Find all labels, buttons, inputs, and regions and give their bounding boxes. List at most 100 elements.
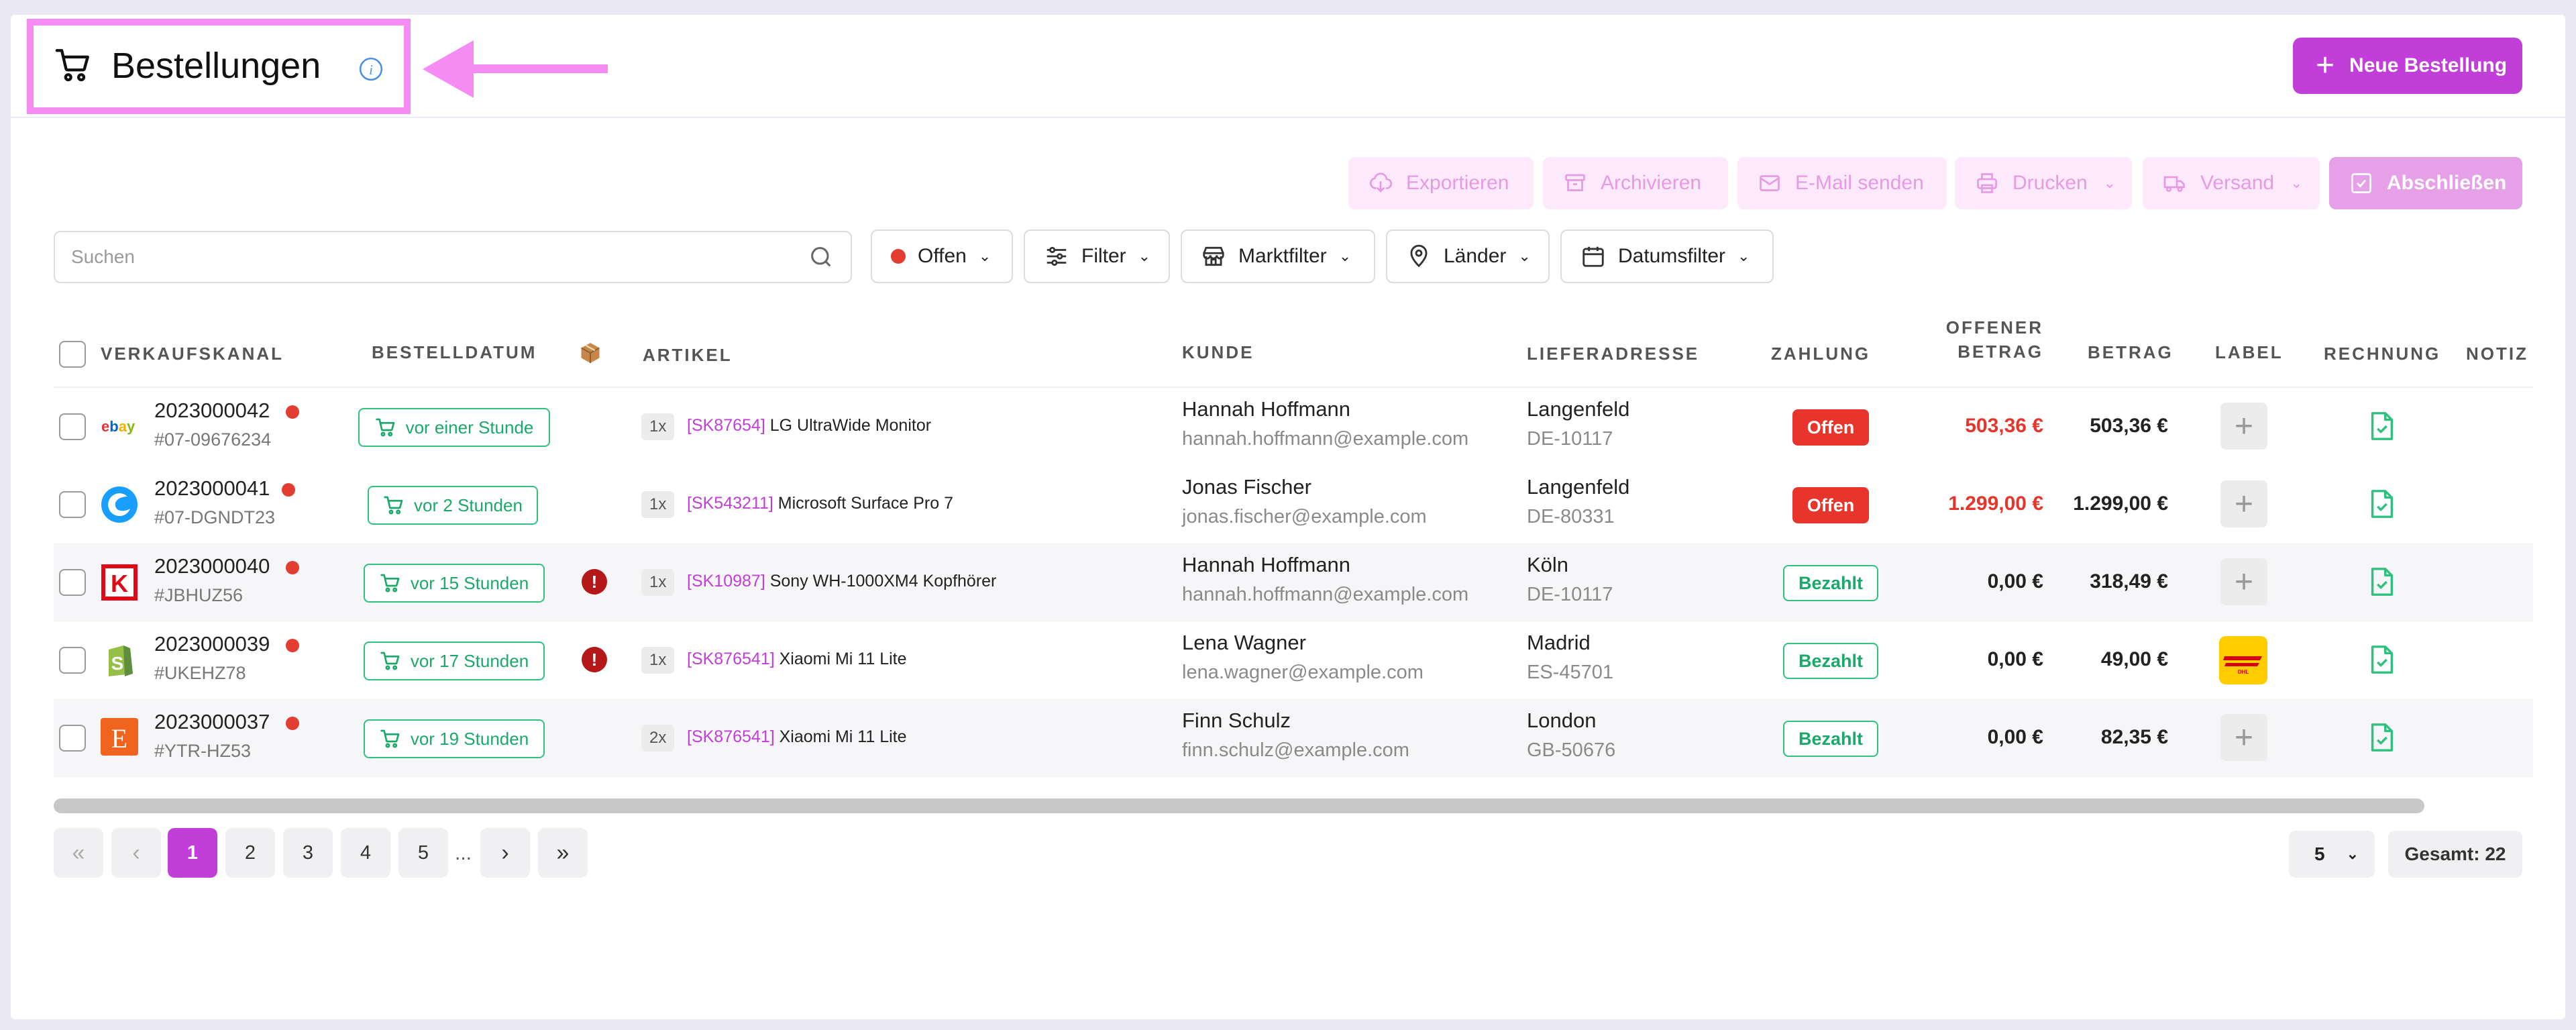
table-row[interactable]: E 2023000037 #YTR-HZ53 vor 19 Stunden 2x…	[54, 699, 2533, 777]
table-row[interactable]: K 2023000040 #JBHUZ56 vor 15 Stunden ! 1…	[54, 544, 2533, 621]
page-size-select[interactable]: 5 ⌄	[2289, 831, 2375, 878]
row-checkbox[interactable]	[59, 413, 86, 440]
countries-filter-button[interactable]: Länder ⌄	[1386, 229, 1550, 283]
add-label-button[interactable]: +	[2220, 558, 2267, 605]
article-line[interactable]: [SK543211] Microsoft Surface Pro 7	[687, 494, 953, 513]
shopify-logo: S	[109, 646, 133, 676]
quantity-badge: 1x	[641, 491, 675, 518]
order-number[interactable]: 2023000037	[154, 710, 270, 734]
column-header-label[interactable]: LABEL	[2215, 342, 2284, 363]
order-number[interactable]: 2023000039	[154, 632, 270, 656]
order-date-badge: vor 17 Stunden	[364, 641, 545, 680]
order-reference: #UKEHZ78	[154, 663, 246, 683]
export-button[interactable]: Exportieren	[1348, 157, 1534, 209]
prev-page-button[interactable]: ‹	[111, 828, 161, 878]
cart-icon	[380, 574, 400, 593]
chevron-down-icon: ⌄	[1737, 248, 1750, 264]
article-line[interactable]: [SK876541] Xiaomi Mi 11 Lite	[687, 650, 907, 669]
column-header-note[interactable]: NOTIZ	[2466, 344, 2533, 364]
cart-icon	[380, 652, 400, 670]
send-email-button[interactable]: E-Mail senden	[1737, 157, 1947, 209]
customer-name: Hannah Hoffmann	[1182, 397, 1351, 421]
row-checkbox[interactable]	[59, 647, 86, 674]
double-chevron-left-icon: «	[72, 839, 85, 866]
date-filter-button[interactable]: Datumsfilter ⌄	[1560, 229, 1774, 283]
page-button-5[interactable]: 5	[398, 828, 448, 878]
address-city: Madrid	[1527, 631, 1591, 654]
amount: 1.299,00 €	[2073, 493, 2168, 515]
first-page-button[interactable]: «	[54, 828, 103, 878]
customer-email: jonas.fischer@example.com	[1182, 506, 1427, 527]
order-reference: #JBHUZ56	[154, 585, 244, 605]
page-button-3[interactable]: 3	[283, 828, 333, 878]
invoice-check-icon[interactable]	[2368, 488, 2395, 519]
add-label-button[interactable]: +	[2220, 714, 2267, 761]
column-header-customer[interactable]: KUNDE	[1182, 342, 1254, 363]
archive-label: Archivieren	[1601, 172, 1702, 194]
column-header-article[interactable]: ARTIKEL	[643, 345, 733, 366]
archive-icon	[1565, 174, 1585, 191]
column-header-channel[interactable]: VERKAUFSKANAL	[101, 344, 284, 364]
table-row[interactable]: ebay 2023000042 #07-09676234 vor einer S…	[54, 388, 2533, 466]
quantity-badge: 2x	[641, 725, 675, 752]
page-button-2[interactable]: 2	[225, 828, 275, 878]
print-label: Drucken	[2012, 172, 2088, 194]
table-row[interactable]: 2023000041 #07-DGNDT23 vor 2 Stunden 1x …	[54, 466, 2533, 544]
invoice-check-icon[interactable]	[2368, 722, 2395, 753]
page-button-4[interactable]: 4	[341, 828, 390, 878]
add-label-button[interactable]: +	[2220, 403, 2267, 450]
ebay-logo: ebay	[101, 418, 136, 435]
truck-icon	[2163, 176, 2185, 193]
select-all-checkbox[interactable]	[59, 341, 86, 368]
info-icon[interactable]: i	[358, 56, 384, 82]
invoice-check-icon[interactable]	[2368, 566, 2395, 597]
status-filter[interactable]: Offen ⌄	[871, 229, 1013, 283]
search-input[interactable]: Suchen	[54, 231, 852, 283]
next-page-button[interactable]: ›	[480, 828, 530, 878]
filter-label: Filter	[1081, 245, 1126, 267]
new-order-button[interactable]: + Neue Bestellung	[2293, 38, 2522, 94]
invoice-check-icon[interactable]	[2368, 644, 2395, 675]
article-line[interactable]: [SK10987] Sony WH-1000XM4 Kopfhörer	[687, 572, 996, 591]
shipping-button[interactable]: Versand ⌄	[2143, 157, 2320, 209]
horizontal-scrollbar[interactable]	[54, 799, 2424, 813]
complete-button[interactable]: Abschließen	[2329, 157, 2522, 209]
warning-icon[interactable]: !	[582, 569, 607, 595]
column-header-open-amount[interactable]: OFFENER BETRAG	[1896, 315, 2043, 364]
open-amount: 0,00 €	[1987, 570, 2043, 593]
kaufland-logo: K	[101, 564, 138, 601]
row-checkbox[interactable]	[59, 569, 86, 596]
column-header-amount[interactable]: BETRAG	[2088, 342, 2174, 363]
print-button[interactable]: Drucken ⌄	[1955, 157, 2132, 209]
column-header-payment[interactable]: ZAHLUNG	[1771, 344, 1870, 364]
order-number[interactable]: 2023000041	[154, 476, 270, 501]
pointer-arrow-icon	[423, 40, 608, 98]
archive-button[interactable]: Archivieren	[1543, 157, 1728, 209]
invoice-check-icon[interactable]	[2368, 411, 2395, 442]
order-number[interactable]: 2023000040	[154, 554, 270, 578]
table-row[interactable]: S 2023000039 #UKEHZ78 vor 17 Stunden ! 1…	[54, 621, 2533, 699]
dhl-label-icon[interactable]: DHL	[2219, 636, 2267, 684]
row-checkbox[interactable]	[59, 491, 86, 518]
last-page-button[interactable]: »	[538, 828, 588, 878]
shopware-logo	[101, 486, 138, 523]
product-name: LG UltraWide Monitor	[769, 416, 932, 435]
row-checkbox[interactable]	[59, 725, 86, 752]
search-icon[interactable]	[808, 244, 835, 270]
order-date-label: vor 15 Stunden	[410, 572, 529, 593]
filter-button[interactable]: Filter ⌄	[1024, 229, 1170, 283]
send-email-label: E-Mail senden	[1795, 172, 1924, 194]
column-header-invoice[interactable]: RECHNUNG	[2324, 344, 2440, 364]
column-header-address[interactable]: LIEFERADRESSE	[1527, 344, 1699, 364]
status-dot	[286, 405, 299, 419]
add-label-button[interactable]: +	[2220, 480, 2267, 527]
status-filter-label: Offen	[918, 245, 967, 267]
market-filter-button[interactable]: Marktfilter ⌄	[1181, 229, 1375, 283]
article-line[interactable]: [SK876541] Xiaomi Mi 11 Lite	[687, 727, 907, 747]
article-line[interactable]: [SK87654] LG UltraWide Monitor	[687, 416, 931, 435]
warning-icon[interactable]: !	[582, 647, 607, 672]
page-button-1[interactable]: 1	[168, 828, 217, 878]
address-city: Langenfeld	[1527, 475, 1630, 499]
order-number[interactable]: 2023000042	[154, 399, 270, 423]
column-header-date[interactable]: BESTELLDATUM	[372, 342, 537, 363]
